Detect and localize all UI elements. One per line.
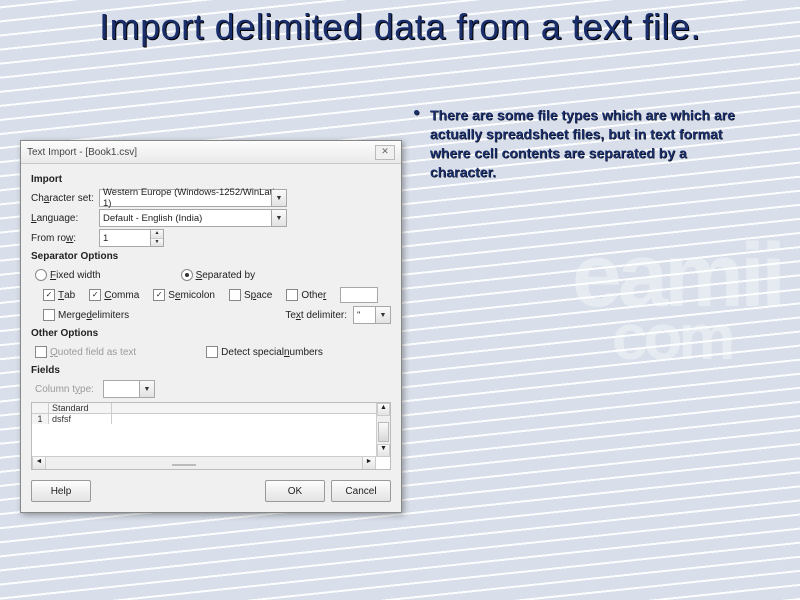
close-button[interactable]: ✕ (375, 145, 395, 160)
other-input[interactable] (340, 287, 378, 303)
chevron-down-icon[interactable]: ▼ (139, 381, 154, 397)
text-import-dialog: Text Import - [Book1.csv] ✕ Import Chara… (20, 140, 402, 513)
column-type-combo[interactable]: ▼ (103, 380, 155, 398)
comma-checkbox[interactable]: Comma (89, 289, 139, 301)
other-checkbox[interactable]: Other (286, 289, 326, 301)
cancel-button[interactable]: Cancel (331, 480, 391, 502)
language-combo[interactable]: Default - English (India) ▼ (99, 209, 287, 227)
fromrow-input[interactable]: 1 (99, 229, 151, 247)
other-options-section-header: Other Options (31, 328, 391, 339)
help-button[interactable]: Help (31, 480, 91, 502)
fields-section-header: Fields (31, 365, 391, 376)
chevron-down-icon[interactable]: ▼ (271, 190, 286, 206)
preview-cell: dsfsf (49, 414, 112, 424)
import-section-header: Import (31, 174, 391, 185)
separated-by-radio[interactable]: Separated by (181, 269, 256, 281)
watermark: eamii com (572, 240, 782, 363)
chevron-down-icon[interactable]: ▼ (375, 307, 390, 323)
charset-combo[interactable]: Western Europe (Windows-1252/WinLatin 1)… (99, 189, 287, 207)
chevron-down-icon[interactable]: ▼ (271, 210, 286, 226)
slide-body-text: There are some file types which are whic… (430, 106, 750, 182)
fromrow-spinner[interactable]: ▲▼ (151, 229, 164, 247)
merge-delimiters-checkbox[interactable]: Merge delimiters (43, 309, 129, 321)
text-delimiter-combo[interactable]: " ▼ (353, 306, 391, 324)
preview-horizontal-scrollbar[interactable]: ◄► (32, 456, 376, 469)
fields-preview[interactable]: Standard 1 dsfsf ▲▼ ◄► (31, 402, 391, 470)
fromrow-label: From row: (31, 233, 99, 244)
page-title: Import delimited data from a text file. (0, 0, 800, 47)
separator-section-header: Separator Options (31, 251, 391, 262)
bullet-icon (414, 110, 419, 115)
dialog-title: Text Import - [Book1.csv] (27, 147, 137, 158)
text-delimiter-label: Text delimiter: (285, 310, 347, 321)
preview-vertical-scrollbar[interactable]: ▲▼ (376, 403, 390, 457)
dialog-titlebar[interactable]: Text Import - [Book1.csv] ✕ (21, 141, 401, 164)
preview-column-header[interactable]: Standard (49, 403, 112, 413)
column-type-label: Column type: (35, 384, 103, 395)
quoted-field-checkbox[interactable]: Quoted field as text (35, 346, 136, 358)
charset-label: Character set: (31, 193, 99, 204)
semicolon-checkbox[interactable]: Semicolon (153, 289, 215, 301)
space-checkbox[interactable]: Space (229, 289, 272, 301)
language-label: Language: (31, 213, 99, 224)
ok-button[interactable]: OK (265, 480, 325, 502)
tab-checkbox[interactable]: Tab (43, 289, 75, 301)
table-row: 1 dsfsf (32, 414, 390, 424)
fixed-width-radio[interactable]: Fixed width (35, 269, 101, 281)
detect-numbers-checkbox[interactable]: Detect special numbers (206, 346, 323, 358)
preview-row-number: 1 (32, 414, 49, 424)
